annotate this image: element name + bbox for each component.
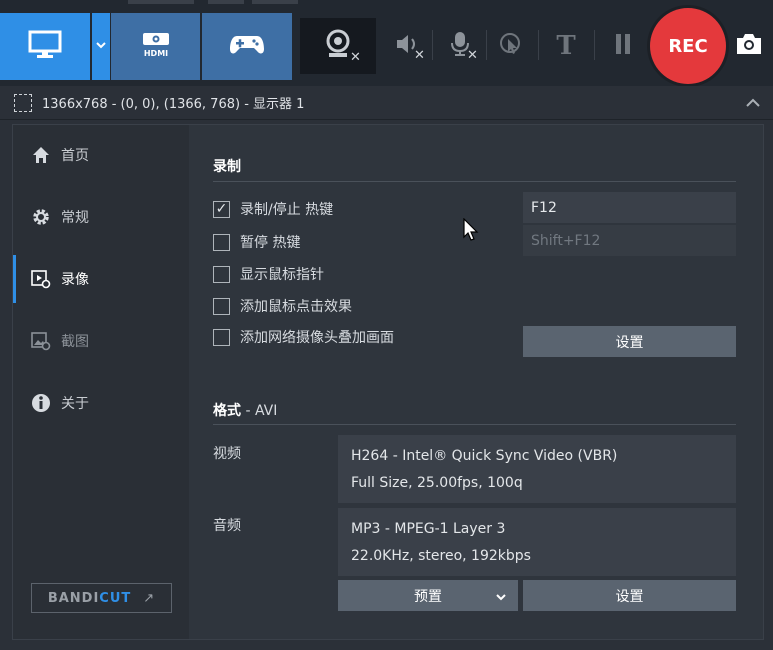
audio-params: 22.0KHz, stereo, 192kbps xyxy=(351,548,531,564)
option-label: 添加网络摄像头叠加画面 xyxy=(240,330,394,346)
mouse-cursor-icon xyxy=(463,217,479,246)
audio-format-box[interactable]: MP3 - MPEG-1 Layer 3 22.0KHz, stereo, 19… xyxy=(338,508,736,576)
option-pause-hotkey[interactable]: 暂停 热键 xyxy=(213,232,300,252)
video-format-box[interactable]: H264 - Intel® Quick Sync Video (VBR) Ful… xyxy=(338,435,736,503)
capture-target-bar: 1366x768 - (0, 0), (1366, 768) - 显示器 1 xyxy=(0,86,773,120)
format-section-title: 格式 - AVI xyxy=(213,400,277,420)
webcam-toggle-button[interactable]: ✕ xyxy=(300,18,376,74)
bandicut-logo-right: CUT xyxy=(99,590,132,606)
capture-target-text: 1366x768 - (0, 0), (1366, 768) - 显示器 1 xyxy=(42,97,305,112)
microphone-toggle-button[interactable]: ✕ xyxy=(440,28,480,64)
gear-icon xyxy=(31,207,51,227)
top-tab[interactable] xyxy=(128,0,194,4)
text-icon: T xyxy=(556,31,576,61)
toolbar-divider xyxy=(594,30,595,60)
show-cursor-checkbox[interactable] xyxy=(213,265,230,283)
format-container: - AVI xyxy=(241,403,278,419)
home-icon xyxy=(31,145,51,165)
webcam-icon xyxy=(324,29,352,63)
record-hotkey-input[interactable]: F12 xyxy=(523,192,736,223)
preset-label: 预置 xyxy=(414,588,442,605)
disabled-x-icon: ✕ xyxy=(350,50,361,65)
settings-panel: 首页 常规 录像 截图 关于 BANDI CUT ↗ 录制 ✓ 录制/停止 热键… xyxy=(12,124,764,640)
mouse-click-toggle-button[interactable] xyxy=(494,28,528,64)
sidebar-item-label: 首页 xyxy=(61,148,89,164)
hdmi-icon: HDMI xyxy=(138,32,174,62)
record-hotkey-checkbox[interactable]: ✓ xyxy=(213,200,230,218)
video-label: 视频 xyxy=(213,446,241,462)
pause-icon xyxy=(614,33,632,59)
game-mode-button[interactable] xyxy=(202,13,292,80)
sidebar-item-label: 录像 xyxy=(61,272,89,288)
top-tab[interactable] xyxy=(208,0,244,4)
main-toolbar: HDMI ✕ ✕ ✕ T REC xyxy=(0,0,773,86)
video-settings-icon xyxy=(31,269,51,289)
hdmi-mode-button[interactable]: HDMI xyxy=(111,13,200,80)
click-icon xyxy=(499,32,523,60)
webcam-settings-button[interactable]: 设置 xyxy=(523,326,736,357)
screenshot-button[interactable] xyxy=(734,32,764,60)
option-webcam-overlay[interactable]: 添加网络摄像头叠加画面 xyxy=(213,327,394,347)
sidebar-item-screenshot[interactable]: 截图 xyxy=(13,313,189,369)
screen-mode-dropdown[interactable] xyxy=(92,13,110,80)
toolbar-divider xyxy=(432,30,433,60)
click-effect-checkbox[interactable] xyxy=(213,297,230,315)
sidebar-item-label: 关于 xyxy=(61,396,89,412)
recording-section-title: 录制 xyxy=(213,159,241,175)
pause-hotkey-input[interactable]: Shift+F12 xyxy=(523,225,736,256)
section-divider xyxy=(213,424,736,425)
gamepad-icon xyxy=(229,33,265,61)
top-tab[interactable] xyxy=(252,0,298,4)
option-record-hotkey[interactable]: ✓ 录制/停止 热键 xyxy=(213,199,333,219)
toolbar-divider xyxy=(486,30,487,60)
option-label: 显示鼠标指针 xyxy=(240,267,324,283)
sidebar-item-general[interactable]: 常规 xyxy=(13,189,189,245)
toolbar-divider xyxy=(538,30,539,60)
video-params: Full Size, 25.00fps, 100q xyxy=(351,475,523,491)
video-codec: H264 - Intel® Quick Sync Video (VBR) xyxy=(351,448,618,464)
external-link-icon: ↗ xyxy=(143,590,156,606)
section-divider xyxy=(213,181,736,182)
option-show-cursor[interactable]: 显示鼠标指针 xyxy=(213,264,324,284)
disabled-x-icon: ✕ xyxy=(414,48,425,63)
pause-hotkey-checkbox[interactable] xyxy=(213,233,230,251)
camera-icon xyxy=(734,34,764,60)
preset-dropdown-button[interactable]: 预置 xyxy=(338,580,518,611)
disabled-x-icon: ✕ xyxy=(467,48,478,63)
sidebar-item-about[interactable]: 关于 xyxy=(13,375,189,431)
option-label: 添加鼠标点击效果 xyxy=(240,299,352,315)
monitor-icon xyxy=(28,30,62,64)
video-settings-content: 录制 ✓ 录制/停止 热键 F12 暂停 热键 Shift+F12 显示鼠标指针… xyxy=(201,125,741,639)
sidebar-item-label: 常规 xyxy=(61,210,89,226)
bandicam-window: HDMI ✕ ✕ ✕ T REC 1366x768 - (0, 0), (136… xyxy=(0,0,773,650)
chevron-up-icon[interactable] xyxy=(745,94,761,113)
record-button[interactable]: REC xyxy=(650,8,726,84)
audio-label: 音频 xyxy=(213,518,241,534)
sidebar-item-label: 截图 xyxy=(61,334,89,350)
option-click-effect[interactable]: 添加鼠标点击效果 xyxy=(213,296,352,316)
pause-button[interactable] xyxy=(606,28,640,64)
image-settings-icon xyxy=(31,331,51,351)
selection-rectangle-icon[interactable] xyxy=(14,93,32,112)
format-settings-button[interactable]: 设置 xyxy=(523,580,736,611)
info-icon xyxy=(31,393,51,413)
audio-codec: MP3 - MPEG-1 Layer 3 xyxy=(351,521,506,537)
sidebar-item-home[interactable]: 首页 xyxy=(13,127,189,183)
text-overlay-button[interactable]: T xyxy=(546,28,586,64)
sidebar-item-video[interactable]: 录像 xyxy=(13,251,189,307)
hdmi-label: HDMI xyxy=(143,49,167,58)
format-title: 格式 xyxy=(213,403,241,419)
record-label: REC xyxy=(668,35,708,57)
sidebar: 首页 常规 录像 截图 关于 BANDI CUT ↗ xyxy=(13,125,189,639)
screen-mode-button[interactable] xyxy=(0,13,90,80)
chevron-down-icon xyxy=(96,41,106,52)
option-label: 录制/停止 热键 xyxy=(240,202,334,218)
bandicut-link[interactable]: BANDI CUT ↗ xyxy=(31,583,172,613)
bandicut-logo-left: BANDI xyxy=(47,590,100,606)
speaker-toggle-button[interactable]: ✕ xyxy=(388,28,428,64)
chevron-down-icon xyxy=(496,589,506,605)
option-label: 暂停 热键 xyxy=(240,235,301,251)
webcam-overlay-checkbox[interactable] xyxy=(213,328,230,346)
